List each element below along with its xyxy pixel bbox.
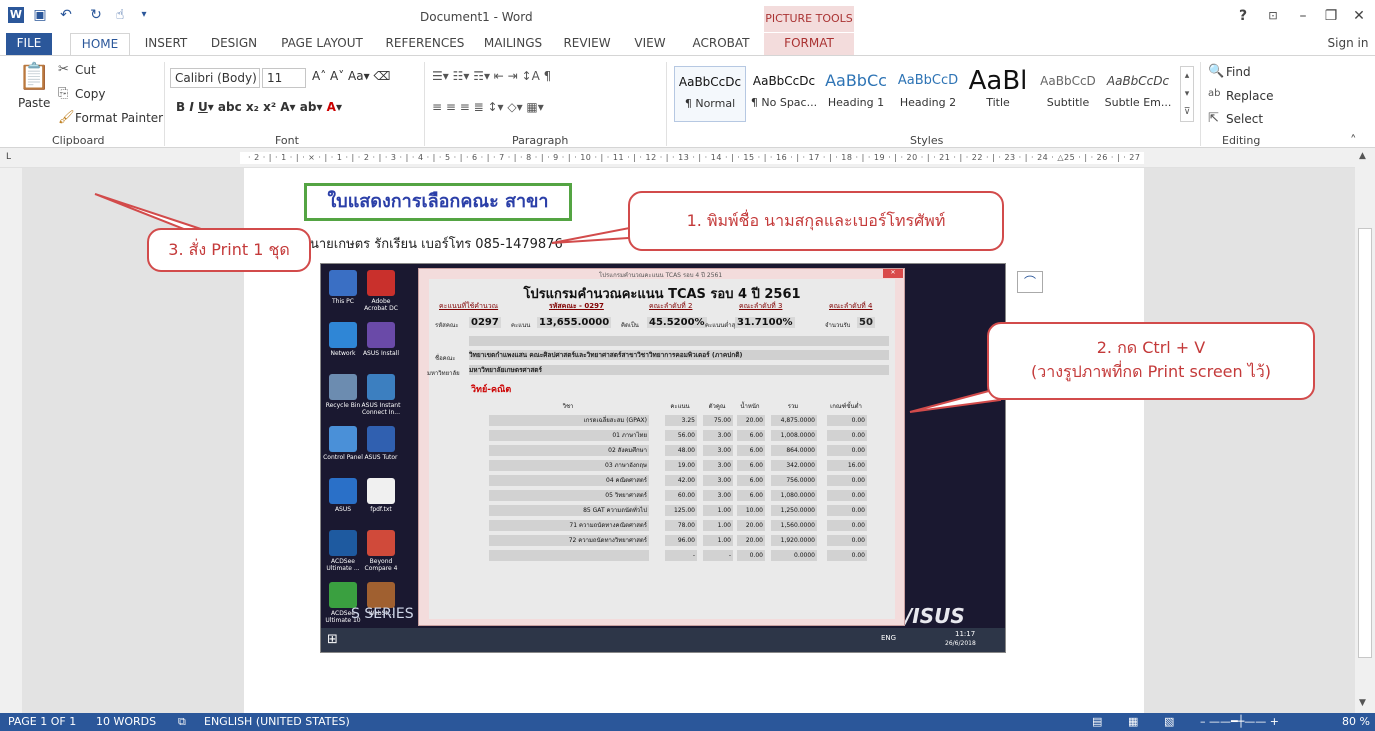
print-layout-icon[interactable]: ▦ — [1128, 713, 1138, 731]
callout-type-name[interactable]: 1. พิมพ์ชื่อ นามสกุลและเบอร์โทรศัพท์ — [628, 191, 1004, 251]
zoom-slider[interactable]: – ——━┼—— + — [1200, 713, 1279, 731]
language-status[interactable]: ENGLISH (UNITED STATES) — [204, 713, 350, 731]
callout-paste-line2: (วางรูปภาพที่กด Print screen ไว้) — [1031, 362, 1271, 381]
web-layout-icon[interactable]: ▧ — [1164, 713, 1174, 731]
status-bar: PAGE 1 OF 1 10 WORDS ⧉ ENGLISH (UNITED S… — [0, 713, 1375, 731]
callout-paste[interactable]: 2. กด Ctrl + V (วางรูปภาพที่กด Print scr… — [987, 322, 1315, 400]
callout-print[interactable]: 3. สั่ง Print 1 ชุด — [147, 228, 311, 272]
page-count[interactable]: PAGE 1 OF 1 — [8, 713, 76, 731]
read-mode-icon[interactable]: ▤ — [1092, 713, 1102, 731]
callout-paste-line1: 2. กด Ctrl + V — [1096, 338, 1206, 357]
word-count[interactable]: 10 WORDS — [96, 713, 156, 731]
layout-options-icon[interactable]: ⌒ — [1017, 271, 1043, 293]
proofing-icon[interactable]: ⧉ — [178, 713, 186, 731]
zoom-level[interactable]: 80 % — [1342, 713, 1370, 731]
callout2-pointer — [909, 386, 1001, 413]
